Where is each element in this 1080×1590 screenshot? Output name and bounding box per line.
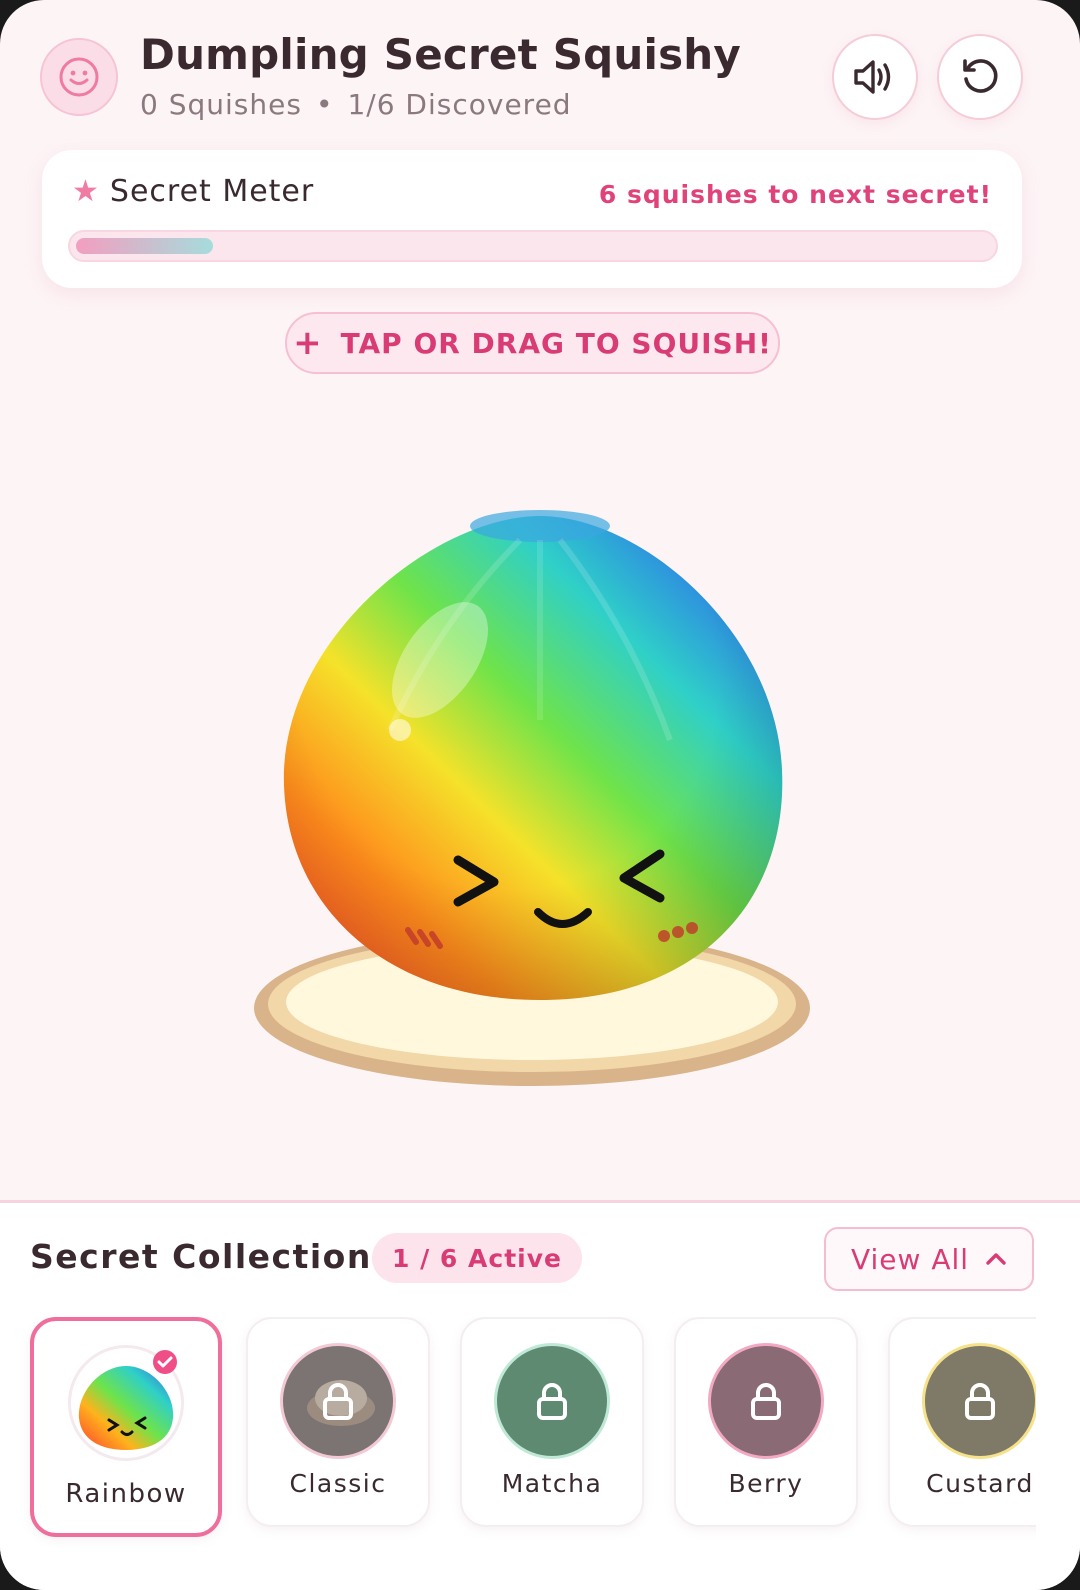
speaker-icon <box>854 60 891 94</box>
classic-thumbnail <box>280 1343 396 1459</box>
meter-title: Secret Meter <box>109 174 315 209</box>
collection-card-custard[interactable]: Custard <box>888 1317 1036 1527</box>
separator-dot: • <box>315 88 334 121</box>
checkmark-badge-icon <box>153 1350 177 1374</box>
app-title: Dumpling Secret Squishy <box>140 30 741 79</box>
meter-track <box>68 230 998 262</box>
squish-hint-pill: + TAP OR DRAG TO SQUISH! <box>285 312 780 374</box>
dumpling-stage[interactable] <box>240 480 840 1120</box>
squish-count: 0 Squishes <box>140 88 302 121</box>
squish-hint-text: TAP OR DRAG TO SQUISH! <box>340 326 772 360</box>
rainbow-dumpling[interactable] <box>283 510 783 1000</box>
smiley-logo-icon <box>40 38 118 116</box>
berry-thumbnail <box>708 1343 824 1459</box>
collection-label-classic: Classic <box>289 1469 387 1498</box>
sound-button[interactable] <box>832 34 918 120</box>
matcha-thumbnail <box>494 1343 610 1459</box>
secret-meter-card: ★ Secret Meter 6 squishes to next secret! <box>42 150 1022 288</box>
meter-heading: ★ Secret Meter <box>72 174 314 209</box>
lock-icon <box>537 1383 567 1420</box>
collection-card-rainbow[interactable]: Rainbow <box>30 1317 222 1537</box>
view-all-button[interactable]: View All <box>824 1227 1034 1291</box>
collection-label-matcha: Matcha <box>501 1469 603 1498</box>
stats-line: 0 Squishes • 1/6 Discovered <box>140 88 572 121</box>
chevron-up-icon <box>986 1253 1006 1265</box>
lock-icon <box>965 1383 995 1420</box>
discovered-count: 1/6 Discovered <box>347 88 572 121</box>
view-all-label: View All <box>850 1242 970 1276</box>
collection-label-custard: Custard <box>926 1469 1034 1498</box>
collection-card-classic[interactable]: Classic <box>246 1317 430 1527</box>
lock-icon <box>751 1383 781 1420</box>
collection-title: Secret Collection <box>30 1237 372 1276</box>
collection-card-matcha[interactable]: Matcha <box>460 1317 644 1527</box>
collection-card-berry[interactable]: Berry <box>674 1317 858 1527</box>
collection-list: Rainbow Classic Matcha Berry Custard <box>0 1317 1036 1547</box>
plus-icon: + <box>293 323 323 363</box>
reset-button[interactable] <box>937 34 1023 120</box>
active-badge: 1 / 6 Active <box>372 1233 582 1283</box>
app-screen: Dumpling Secret Squishy 0 Squishes • 1/6 D… <box>0 0 1080 1590</box>
star-icon: ★ <box>72 174 100 209</box>
collection-label-berry: Berry <box>728 1469 804 1498</box>
refresh-icon <box>963 59 998 93</box>
custard-thumbnail <box>922 1343 1036 1459</box>
lock-icon <box>323 1383 353 1420</box>
collection-label-rainbow: Rainbow <box>65 1479 187 1509</box>
secret-collection-panel: Secret Collection 1 / 6 Active View All <box>0 1200 1080 1590</box>
next-secret-text: 6 squishes to next secret! <box>598 180 992 209</box>
meter-fill <box>76 238 213 254</box>
